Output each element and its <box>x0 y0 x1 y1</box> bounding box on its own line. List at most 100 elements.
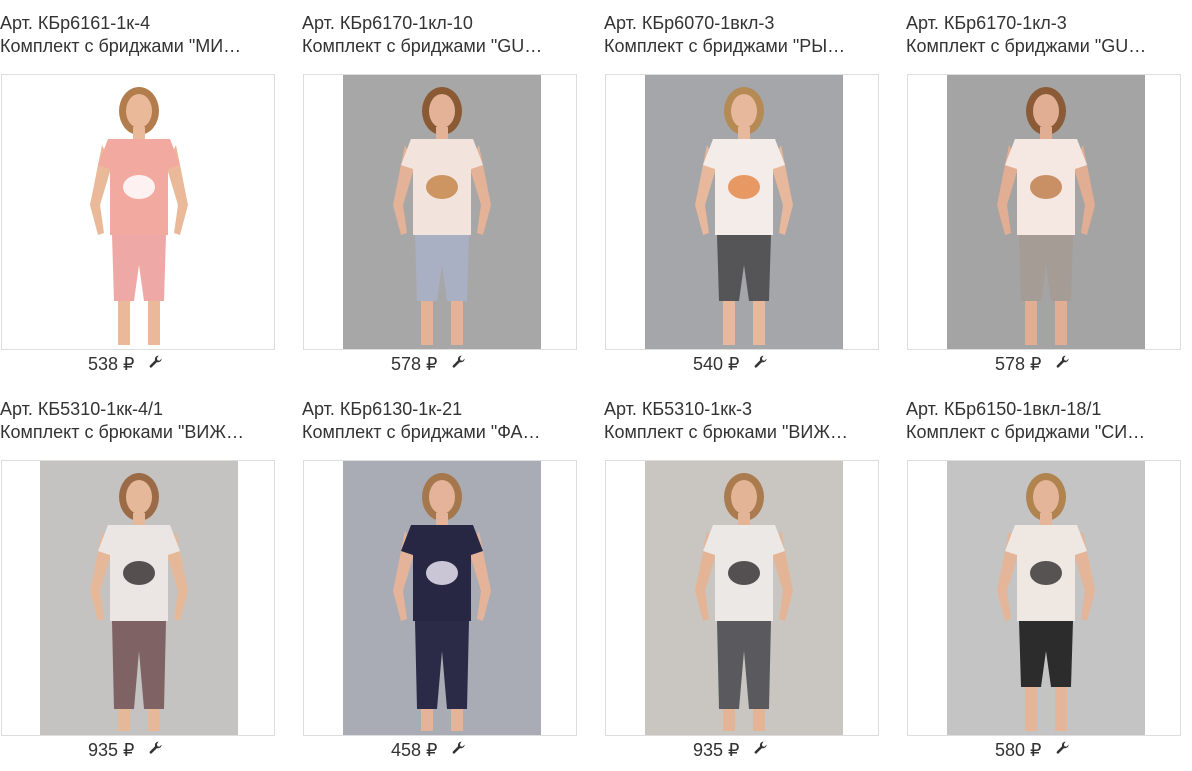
model-face <box>731 94 757 128</box>
model-face <box>126 480 152 514</box>
model-leg-left <box>723 709 735 731</box>
product-name[interactable]: Комплект с бриджами "GU… <box>302 35 577 57</box>
wrench-icon[interactable] <box>754 739 768 754</box>
product-image-frame[interactable] <box>907 74 1181 350</box>
model-leg-right <box>451 301 463 345</box>
wrench-icon[interactable] <box>1056 739 1070 754</box>
product-article[interactable]: Арт. КБр6170-1кл-10 <box>302 12 582 34</box>
wrench-icon[interactable] <box>452 353 466 368</box>
price-row: 578 ₽ <box>995 352 1070 376</box>
product-name[interactable]: Комплект с бриджами "GU… <box>906 35 1181 57</box>
product-photo[interactable] <box>40 461 238 735</box>
wrench-icon[interactable] <box>149 353 163 368</box>
model-leg-left <box>118 301 130 345</box>
model-neck <box>133 127 145 141</box>
product-price: 578 ₽ <box>995 353 1042 374</box>
top-print <box>426 561 458 585</box>
price-row: 580 ₽ <box>995 738 1070 762</box>
model-face <box>1033 94 1059 128</box>
product-price: 578 ₽ <box>391 353 438 374</box>
product-card[interactable]: Арт. КБр6130-1к-21 Комплект с бриджами "… <box>302 386 582 771</box>
price-row: 935 ₽ <box>88 738 163 762</box>
product-name[interactable]: Комплект с бриджами "МИ… <box>0 35 275 57</box>
top-print <box>728 561 760 585</box>
product-article[interactable]: Арт. КБр6070-1вкл-3 <box>604 12 884 34</box>
product-grid: Арт. КБр6161-1к-4 Комплект с бриджами "М… <box>0 0 1192 768</box>
product-image-frame[interactable] <box>1 460 275 736</box>
wrench-icon[interactable] <box>452 739 466 754</box>
product-price: 540 ₽ <box>693 353 740 374</box>
product-article[interactable]: Арт. КБр6150-1вкл-18/1 <box>906 398 1186 420</box>
price-row: 935 ₽ <box>693 738 768 762</box>
product-photo[interactable] <box>343 75 541 349</box>
model-face <box>126 94 152 128</box>
product-photo[interactable] <box>947 75 1145 349</box>
product-article[interactable]: Арт. КБр6161-1к-4 <box>0 12 280 34</box>
product-card[interactable]: Арт. КБр6150-1вкл-18/1 Комплект с бриджа… <box>906 386 1186 771</box>
product-card[interactable]: Арт. КБр6170-1кл-3 Комплект с бриджами "… <box>906 0 1186 385</box>
product-price: 935 ₽ <box>88 739 135 760</box>
product-price: 935 ₽ <box>693 739 740 760</box>
model-leg-left <box>118 709 130 731</box>
top-print <box>426 175 458 199</box>
model-neck <box>1040 127 1052 141</box>
product-image-frame[interactable] <box>605 74 879 350</box>
top-print <box>1030 561 1062 585</box>
model-leg-right <box>148 301 160 345</box>
model-leg-right <box>148 709 160 731</box>
top-print <box>123 175 155 199</box>
product-article[interactable]: Арт. КБ5310-1кк-3 <box>604 398 884 420</box>
model-leg-right <box>451 709 463 731</box>
model-leg-left <box>723 301 735 345</box>
model-face <box>429 480 455 514</box>
top-print <box>728 175 760 199</box>
product-image-frame[interactable] <box>303 74 577 350</box>
price-row: 458 ₽ <box>391 738 466 762</box>
product-photo[interactable] <box>343 461 541 735</box>
model-face <box>1033 480 1059 514</box>
wrench-icon[interactable] <box>754 353 768 368</box>
product-photo[interactable] <box>645 461 843 735</box>
product-image-frame[interactable] <box>907 460 1181 736</box>
price-row: 538 ₽ <box>88 352 163 376</box>
product-card[interactable]: Арт. КБр6161-1к-4 Комплект с бриджами "М… <box>0 0 280 385</box>
product-price: 538 ₽ <box>88 353 135 374</box>
model-leg-left <box>1025 687 1037 731</box>
wrench-icon[interactable] <box>149 739 163 754</box>
model-neck <box>436 513 448 527</box>
product-photo[interactable] <box>40 75 238 349</box>
price-row: 578 ₽ <box>391 352 466 376</box>
product-name[interactable]: Комплект с бриджами "РЫ… <box>604 35 879 57</box>
product-image-frame[interactable] <box>303 460 577 736</box>
product-article[interactable]: Арт. КБр6170-1кл-3 <box>906 12 1186 34</box>
model-leg-left <box>421 301 433 345</box>
product-price: 580 ₽ <box>995 739 1042 760</box>
product-article[interactable]: Арт. КБ5310-1кк-4/1 <box>0 398 280 420</box>
model-leg-left <box>421 709 433 731</box>
top-print <box>1030 175 1062 199</box>
product-name[interactable]: Комплект с бриджами "СИ… <box>906 421 1181 443</box>
wrench-icon[interactable] <box>1056 353 1070 368</box>
model-face <box>429 94 455 128</box>
model-neck <box>436 127 448 141</box>
model-face <box>731 480 757 514</box>
product-article[interactable]: Арт. КБр6130-1к-21 <box>302 398 582 420</box>
product-image-frame[interactable] <box>605 460 879 736</box>
product-card[interactable]: Арт. КБ5310-1кк-3 Комплект с брюками "ВИ… <box>604 386 884 771</box>
model-neck <box>1040 513 1052 527</box>
product-image-frame[interactable] <box>1 74 275 350</box>
model-neck <box>738 127 750 141</box>
model-leg-right <box>1055 687 1067 731</box>
product-photo[interactable] <box>645 75 843 349</box>
product-name[interactable]: Комплект с брюками "ВИЖ… <box>604 421 879 443</box>
model-neck <box>738 513 750 527</box>
model-neck <box>133 513 145 527</box>
top-print <box>123 561 155 585</box>
product-card[interactable]: Арт. КБр6170-1кл-10 Комплект с бриджами … <box>302 0 582 385</box>
product-card[interactable]: Арт. КБ5310-1кк-4/1 Комплект с брюками "… <box>0 386 280 771</box>
product-card[interactable]: Арт. КБр6070-1вкл-3 Комплект с бриджами … <box>604 0 884 385</box>
model-leg-right <box>753 301 765 345</box>
product-name[interactable]: Комплект с бриджами "ФА… <box>302 421 577 443</box>
product-photo[interactable] <box>947 461 1145 735</box>
product-name[interactable]: Комплект с брюками "ВИЖ… <box>0 421 275 443</box>
